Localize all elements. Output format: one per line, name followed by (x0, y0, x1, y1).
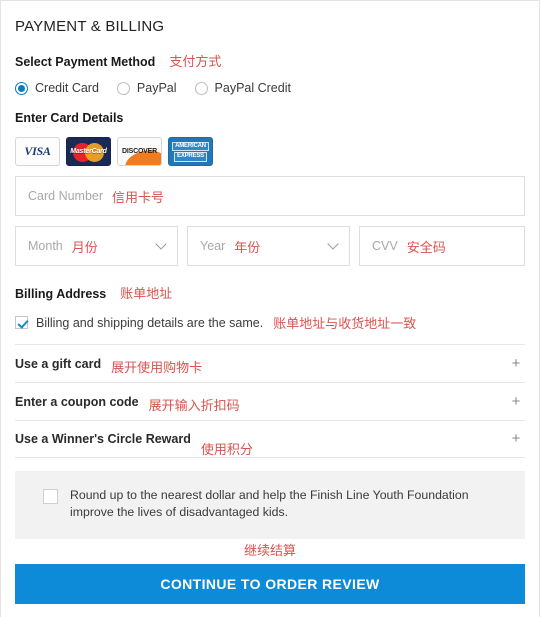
enter-card-details-label: Enter Card Details (15, 111, 124, 125)
radio-icon-paypal[interactable] (116, 81, 130, 95)
expiry-cvv-row: Month 月份 Year 年份 CVV 安全码 (15, 226, 525, 266)
billing-same-as-shipping-annotation: 账单地址与收货地址一致 (273, 317, 417, 332)
amex-card-icon-line2: EXPRESS (174, 152, 207, 162)
cta-annotation: 继续结算 (243, 543, 296, 559)
plus-icon-coupon-code[interactable]: + (509, 394, 523, 409)
cta-annotation-wrap: 继续结算 (1, 543, 539, 559)
discover-card-icon: DISCOVER (117, 137, 162, 166)
amex-card-icon-line1: AMERICAN (172, 141, 209, 151)
visa-card-icon-text: VISA (24, 144, 51, 158)
billing-same-as-shipping-label: Billing and shipping details are the sam… (36, 315, 264, 330)
year-select[interactable]: Year 年份 (187, 226, 350, 266)
chevron-down-icon-year[interactable] (327, 238, 339, 250)
accordion-gift-card-label: Use a gift card (15, 356, 102, 371)
select-payment-method-annotation: 支付方式 (169, 55, 222, 70)
cvv-field[interactable]: CVV 安全码 (359, 226, 525, 266)
radio-icon-paypal-credit[interactable] (194, 81, 208, 95)
enter-card-details-heading: Enter Card Details (15, 109, 525, 127)
accordion-list: Use a gift card 展开使用购物卡 + Enter a coupon… (15, 344, 525, 458)
payment-method-label-credit-card: Credit Card (35, 81, 99, 95)
month-select[interactable]: Month 月份 (15, 226, 178, 266)
payment-method-label-paypal: PayPal (136, 81, 177, 95)
page-title: PAYMENT & BILLING (15, 18, 165, 35)
accordion-winners-circle-reward[interactable]: Use a Winner's Circle Reward 使用积分 + (15, 420, 525, 458)
mastercard-card-icon-text: MasterCard (70, 148, 107, 155)
cvv-annotation: 安全码 (406, 240, 446, 256)
payment-method-radio-group: Credit Card PayPal PayPal Credit (15, 81, 525, 95)
visa-card-icon: VISA (15, 137, 60, 166)
round-up-donation-text: Round up to the nearest dollar and help … (70, 488, 469, 519)
billing-address-annotation: 账单地址 (120, 287, 173, 302)
accordion-coupon-code-annotation: 展开输入折扣码 (148, 399, 240, 414)
cvv-placeholder: CVV (372, 239, 398, 253)
accordion-winners-circle-reward-annotation: 使用积分 (200, 442, 253, 458)
billing-same-as-shipping-row[interactable]: Billing and shipping details are the sam… (15, 313, 525, 332)
month-annotation: 月份 (71, 240, 98, 256)
chevron-down-icon-month[interactable] (155, 238, 167, 250)
payment-billing-page: PAYMENT & BILLING Select Payment Method … (0, 0, 540, 617)
accordion-winners-circle-reward-label: Use a Winner's Circle Reward (15, 432, 191, 446)
discover-card-icon-text: DISCOVER (122, 148, 157, 155)
accepted-cards-list: VISA MasterCard DISCOVER AMERICAN EXPRES… (15, 137, 525, 166)
plus-icon-gift-card[interactable]: + (509, 356, 523, 371)
select-payment-method-heading: Select Payment Method 支付方式 (15, 51, 525, 70)
continue-to-order-review-button[interactable]: CONTINUE TO ORDER REVIEW (15, 563, 525, 604)
payment-method-label-paypal-credit: PayPal Credit (214, 81, 291, 95)
continue-to-order-review-label: CONTINUE TO ORDER REVIEW (160, 575, 380, 592)
billing-address-label: Billing Address (15, 287, 107, 301)
checkbox-icon-round-up[interactable] (43, 489, 58, 504)
card-number-placeholder: Card Number (28, 189, 104, 203)
card-number-field[interactable]: Card Number 信用卡号 (15, 176, 525, 216)
billing-address-heading: Billing Address 账单地址 (15, 283, 525, 302)
radio-icon-credit-card[interactable] (15, 81, 28, 95)
payment-method-option-paypal-credit[interactable]: PayPal Credit (194, 81, 291, 95)
checkbox-icon-billing-same[interactable] (15, 316, 28, 329)
year-placeholder: Year (200, 239, 226, 253)
accordion-gift-card-annotation: 展开使用购物卡 (111, 361, 203, 376)
round-up-donation-box[interactable]: Round up to the nearest dollar and help … (15, 471, 525, 539)
payment-method-option-paypal[interactable]: PayPal (116, 81, 177, 95)
mastercard-card-icon: MasterCard (66, 137, 111, 166)
payment-method-option-credit-card[interactable]: Credit Card (15, 81, 99, 95)
accordion-coupon-code[interactable]: Enter a coupon code 展开输入折扣码 + (15, 382, 525, 420)
card-number-annotation: 信用卡号 (112, 190, 165, 206)
accordion-coupon-code-label: Enter a coupon code (15, 394, 139, 409)
month-placeholder: Month (28, 239, 63, 253)
select-payment-method-label: Select Payment Method (15, 55, 156, 69)
plus-icon-winners-circle-reward[interactable]: + (509, 431, 523, 446)
year-annotation: 年份 (234, 240, 261, 256)
accordion-gift-card[interactable]: Use a gift card 展开使用购物卡 + (15, 344, 525, 382)
amex-card-icon: AMERICAN EXPRESS (168, 137, 213, 166)
